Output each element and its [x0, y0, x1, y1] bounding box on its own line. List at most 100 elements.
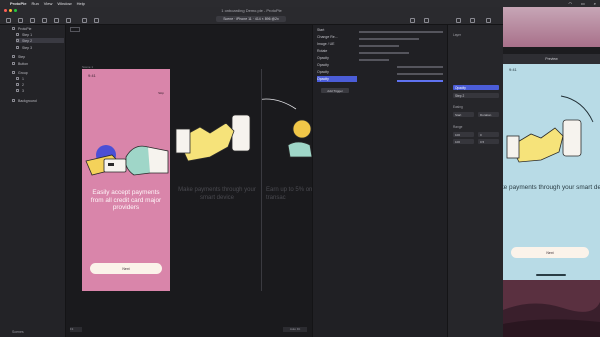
timeline-track[interactable]: [397, 73, 443, 75]
battery-icon[interactable]: ▭: [581, 1, 585, 6]
hand-phone-illustration: [175, 114, 251, 162]
layer-icon: [12, 62, 15, 65]
timeline-track[interactable]: [397, 66, 443, 68]
timeline-track[interactable]: [359, 38, 419, 40]
timeline-row-change[interactable]: Change Re...: [317, 34, 357, 40]
timeline-row-opacity-1[interactable]: Opacity: [317, 55, 357, 61]
layer-item-protopie[interactable]: ProtoPie: [12, 26, 64, 31]
menu-app-name[interactable]: ProtoPie: [10, 1, 26, 6]
text-tool-icon[interactable]: [30, 18, 35, 23]
align-icon[interactable]: [410, 18, 415, 23]
timeline-row-opacity-4[interactable]: Opacity: [317, 76, 357, 82]
timeline-row-start[interactable]: Start: [317, 27, 357, 33]
response-selector[interactable]: Opacity: [453, 85, 499, 90]
distribute-icon[interactable]: [424, 18, 429, 23]
layer-icon: [12, 71, 15, 74]
opacity-field[interactable]: 100: [453, 139, 474, 144]
layer-item-step-2[interactable]: Step 2: [16, 38, 64, 43]
shape-tool-icon[interactable]: [18, 18, 23, 23]
start-field[interactable]: Start: [453, 112, 474, 117]
desktop-wallpaper-desert: [503, 280, 600, 337]
preview-icon[interactable]: [456, 18, 461, 23]
range-to-field[interactable]: 0: [478, 132, 499, 137]
timeline-track[interactable]: [359, 59, 389, 61]
layer-icon: [16, 33, 19, 36]
layer-label: Step: [18, 54, 26, 59]
easing-section-label: Easing: [453, 105, 463, 109]
timeline-row-opacity-3[interactable]: Opacity: [317, 69, 357, 75]
image-tool-icon[interactable]: [42, 18, 47, 23]
timeline-track[interactable]: [359, 31, 443, 33]
row-label: Start: [317, 28, 325, 32]
device-selector[interactable]: Scene · iPhone 11 · 414 × 896 @2x: [216, 16, 286, 22]
preview-device-screen[interactable]: 9:41 Make payments through your smart de…: [503, 64, 600, 280]
interaction-tool-icon[interactable]: [82, 18, 87, 23]
layer-item-step-3[interactable]: Step 3: [16, 45, 64, 50]
interaction-panel: Start Change Re... Image / UE Rotate Opa…: [312, 25, 447, 337]
user-icon[interactable]: [486, 18, 491, 23]
onboarding-headline-2: Make payments through your smart device: [178, 187, 256, 201]
layer-icon: [16, 46, 19, 49]
delay-field[interactable]: 0.5: [478, 139, 499, 144]
add-trigger-button[interactable]: Add Trigger: [321, 88, 349, 93]
timeline-track[interactable]: [359, 52, 409, 54]
layer-item-group[interactable]: Group: [12, 70, 64, 75]
timeline-track-selected[interactable]: [397, 80, 443, 82]
timeline-row-image[interactable]: Image / UE: [317, 41, 357, 47]
layer-icon: [12, 99, 15, 102]
layer-item-3[interactable]: 3: [16, 88, 64, 93]
preview-next-button[interactable]: Next: [511, 247, 589, 258]
layer-label: ProtoPie: [18, 26, 32, 31]
variable-icon[interactable]: [94, 18, 99, 23]
timeline-row-opacity-2[interactable]: Opacity: [317, 62, 357, 68]
zoom-fit-button[interactable]: Fit: [70, 327, 82, 332]
inspector-label: Layer: [453, 33, 461, 37]
layer-item-1[interactable]: 1: [16, 76, 64, 81]
timeline-track[interactable]: [359, 45, 399, 47]
row-label: Opacity: [317, 63, 329, 67]
search-icon[interactable]: ⌕: [594, 1, 596, 6]
component-tool-icon[interactable]: [66, 18, 71, 23]
target-layer-selector[interactable]: Step 2: [453, 93, 499, 98]
preview-status-time: 9:41: [509, 67, 517, 72]
minimize-window-button[interactable]: [9, 9, 12, 12]
layer-item-step-1[interactable]: Step 1: [16, 32, 64, 37]
scenes-tab[interactable]: Scenes: [12, 330, 24, 334]
property-inspector: Layer Opacity Step 2 Easing Start Durati…: [447, 25, 503, 337]
range-from-field[interactable]: 100: [453, 132, 474, 137]
container-tool-icon[interactable]: [54, 18, 59, 23]
zoom-window-button[interactable]: [14, 9, 17, 12]
menu-item-help[interactable]: Help: [77, 1, 85, 6]
row-label: Opacity: [317, 77, 329, 81]
auto-fit-button[interactable]: Auto Fit: [283, 327, 307, 332]
menu-item-window[interactable]: Window: [57, 1, 71, 6]
coin-illustration: [287, 119, 312, 158]
layer-item-button[interactable]: Button: [12, 61, 64, 66]
onboarding-screen-2[interactable]: Make payments through your smart device: [170, 69, 262, 291]
layer-label: Group: [18, 70, 28, 75]
menu-item-view[interactable]: View: [44, 1, 53, 6]
layer-label: 3: [22, 88, 24, 93]
design-canvas[interactable]: Scene 1 9:41 Skip Easily accept payments…: [66, 25, 312, 337]
menu-status-area: ◠ ▭ ⌕: [563, 0, 596, 7]
layer-item-2[interactable]: 2: [16, 82, 64, 87]
duration-field[interactable]: Duration: [478, 112, 499, 117]
onboarding-screen-3[interactable]: Earn up to 5% on transac: [262, 69, 312, 291]
layer-label: Step 2: [22, 38, 33, 43]
row-label: Image / UE: [317, 42, 335, 46]
layer-icon: [16, 83, 19, 86]
row-label: Opacity: [317, 70, 329, 74]
menu-item-run[interactable]: Run: [31, 1, 38, 6]
timeline-row-rotate[interactable]: Rotate: [317, 48, 357, 54]
layer-item-step[interactable]: Step: [12, 54, 64, 59]
layer-label: 2: [22, 82, 24, 87]
layer-item-background[interactable]: Background: [12, 98, 64, 103]
home-indicator: [536, 274, 566, 276]
close-window-button[interactable]: [4, 9, 7, 12]
layer-icon: [16, 89, 19, 92]
wifi-icon[interactable]: ◠: [568, 1, 572, 6]
add-scene-icon[interactable]: [6, 18, 11, 23]
layer-icon: [12, 27, 15, 30]
share-icon[interactable]: [470, 18, 475, 23]
preview-title: Preview: [503, 54, 600, 64]
